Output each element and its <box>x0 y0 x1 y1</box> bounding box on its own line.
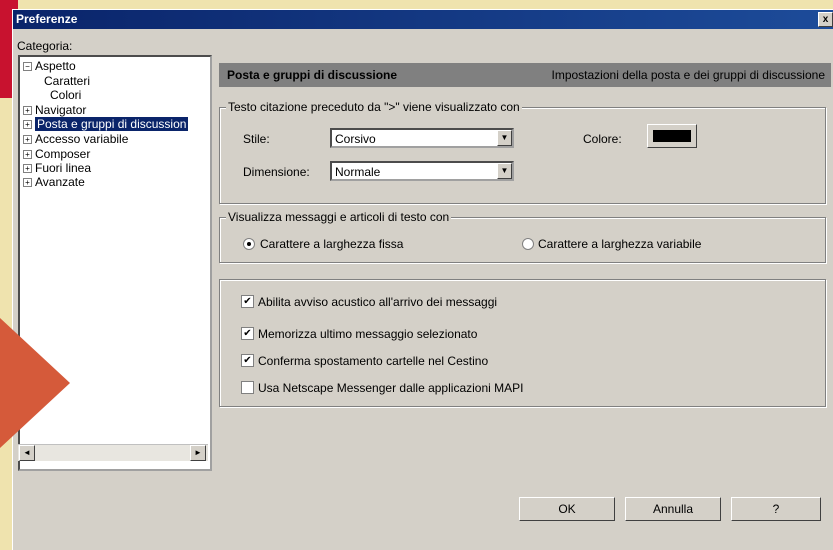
panel-description: Impostazioni della posta e dei gruppi di… <box>551 68 826 82</box>
size-label: Dimensione: <box>243 165 310 179</box>
tree-item-label: Composer <box>35 147 91 161</box>
size-select[interactable]: Normale ▼ <box>330 161 514 181</box>
quote-group-legend: Testo citazione preceduto da ">" viene v… <box>226 100 522 114</box>
tree-item-label: Navigator <box>35 103 87 117</box>
tree-item-colori[interactable]: Colori <box>50 88 81 102</box>
style-value: Corsivo <box>335 132 376 146</box>
tree-item-caratteri[interactable]: Caratteri <box>44 74 90 88</box>
radio-variable-width[interactable] <box>522 238 534 250</box>
tree-item-posta[interactable]: + Posta e gruppi di discussion <box>23 117 189 131</box>
tree-item-label: Aspetto <box>35 59 76 73</box>
expand-icon[interactable]: + <box>23 164 32 173</box>
tree-item-label-selected: Posta e gruppi di discussion <box>35 117 189 131</box>
dropdown-arrow-icon[interactable]: ▼ <box>497 163 512 179</box>
tree-item-label: Avanzate <box>35 175 85 189</box>
tree-item-fuori-linea[interactable]: + Fuori linea <box>23 161 91 175</box>
tree-item-label: Caratteri <box>44 74 91 88</box>
decorative-arrow <box>0 318 70 448</box>
size-value: Normale <box>335 165 381 179</box>
collapse-icon[interactable]: − <box>23 62 32 71</box>
expand-icon[interactable]: + <box>23 106 32 115</box>
radio-variable-width-label: Carattere a larghezza variabile <box>538 237 702 251</box>
expand-icon[interactable]: + <box>23 150 32 159</box>
checkbox-use-netscape-mapi[interactable] <box>241 381 254 394</box>
dropdown-arrow-icon[interactable]: ▼ <box>497 130 512 146</box>
checkbox-sound-alert-label: Abilita avviso acustico all'arrivo dei m… <box>258 295 498 309</box>
checkbox-remember-last-message-label: Memorizza ultimo messaggio selezionato <box>258 327 478 341</box>
help-button[interactable]: ? <box>731 497 821 521</box>
checkbox-use-netscape-mapi-label: Usa Netscape Messenger dalle applicazion… <box>258 381 524 395</box>
radio-fixed-width[interactable] <box>243 238 255 250</box>
window-title: Preferenze <box>16 12 78 26</box>
category-label: Categoria: <box>17 39 73 53</box>
preferences-dialog: Preferenze x Categoria: − Aspetto Caratte… <box>12 9 833 550</box>
checkbox-confirm-trash-move[interactable]: ✔ <box>241 354 254 367</box>
expand-icon[interactable]: + <box>23 120 32 129</box>
tree-item-aspetto[interactable]: − Aspetto <box>23 59 76 73</box>
color-button[interactable] <box>647 124 697 148</box>
cancel-button[interactable]: Annulla <box>625 497 721 521</box>
quote-text-group: Testo citazione preceduto da ">" viene v… <box>219 100 826 204</box>
close-button[interactable]: x <box>818 12 833 27</box>
expand-icon[interactable]: + <box>23 135 32 144</box>
checkbox-confirm-trash-move-label: Conferma spostamento cartelle nel Cestin… <box>258 354 489 368</box>
tree-item-navigator[interactable]: + Navigator <box>23 103 86 117</box>
panel-title: Posta e gruppi di discussione <box>227 68 398 82</box>
color-swatch <box>653 130 691 142</box>
ok-button[interactable]: OK <box>519 497 615 521</box>
radio-fixed-width-label: Carattere a larghezza fissa <box>260 237 404 251</box>
color-label: Colore: <box>583 132 622 146</box>
display-group-legend: Visualizza messaggi e articoli di testo … <box>226 210 452 224</box>
panel-header: Posta e gruppi di discussione Impostazio… <box>219 63 831 87</box>
tree-item-composer[interactable]: + Composer <box>23 147 90 161</box>
title-bar: Preferenze x <box>13 10 833 29</box>
style-select[interactable]: Corsivo ▼ <box>330 128 514 148</box>
tree-item-accesso-variabile[interactable]: + Accesso variabile <box>23 132 128 146</box>
tree-item-label: Accesso variabile <box>35 132 129 146</box>
style-label: Stile: <box>243 132 270 146</box>
tree-item-label: Fuori linea <box>35 161 92 175</box>
checkbox-sound-alert[interactable]: ✔ <box>241 295 254 308</box>
checkbox-remember-last-message[interactable]: ✔ <box>241 327 254 340</box>
tree-item-avanzate[interactable]: + Avanzate <box>23 175 85 189</box>
scroll-right-icon[interactable]: ► <box>190 445 206 461</box>
expand-icon[interactable]: + <box>23 178 32 187</box>
tree-item-label: Colori <box>50 88 82 102</box>
